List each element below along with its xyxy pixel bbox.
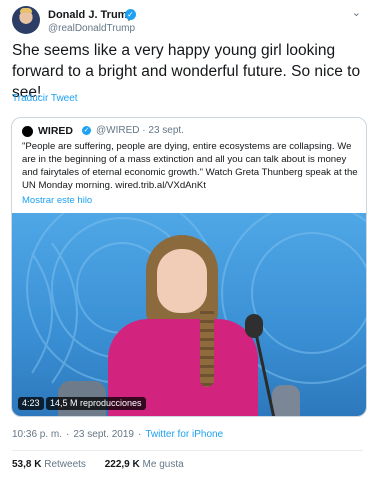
chevron-down-icon[interactable]: ⌄: [352, 6, 361, 19]
likes-label: Me gusta: [142, 459, 184, 470]
author-handle[interactable]: @realDonaldTrump: [48, 23, 135, 34]
divider: [12, 450, 363, 451]
author-name[interactable]: Donald J. Trump: [48, 9, 134, 21]
separator: ·: [66, 429, 70, 440]
tweet-meta: 10:36 p. m. · 23 sept. 2019 · Twitter for iP…: [12, 429, 223, 440]
video-views-badge: 14,5 M reproducciones: [46, 397, 146, 410]
show-thread-link[interactable]: Mostrar este hilo: [22, 195, 92, 206]
tweet-date[interactable]: 23 sept. 2019: [73, 429, 134, 440]
microphone-icon: [245, 314, 263, 338]
retweets-count: 53,8 K: [12, 459, 42, 470]
quoted-date[interactable]: 23 sept.: [148, 125, 184, 136]
likes-stat[interactable]: 222,9 K Me gusta: [105, 459, 184, 470]
likes-count: 222,9 K: [104, 459, 140, 470]
quoted-tweet[interactable]: WIRED ✓ @WIRED · 23 sept. "People are su…: [11, 117, 367, 417]
verified-badge-icon: ✓: [82, 126, 91, 135]
speaker-braid: [200, 305, 214, 387]
tweet-stats: 53,8 K Retweets 222,9 K Me gusta: [12, 459, 200, 470]
video-player[interactable]: 4:23 14,5 M reproducciones: [12, 213, 366, 416]
quoted-tweet-text: "People are suffering, people are dying,…: [22, 141, 358, 191]
separator: ·: [142, 125, 146, 136]
chair: [272, 385, 300, 416]
verified-badge-icon: ✓: [125, 9, 136, 20]
tweet-source-link[interactable]: Twitter for iPhone: [145, 429, 223, 440]
retweets-label: Retweets: [44, 459, 86, 470]
quoted-avatar[interactable]: [22, 126, 33, 137]
avatar[interactable]: [12, 6, 40, 34]
retweets-stat[interactable]: 53,8 K Retweets: [12, 459, 86, 470]
quoted-author-handle[interactable]: @WIRED: [96, 125, 139, 136]
tweet-time[interactable]: 10:36 p. m.: [12, 429, 62, 440]
speaker-face: [157, 249, 207, 313]
separator: ·: [137, 429, 142, 440]
video-duration-badge: 4:23: [18, 397, 44, 410]
quoted-author-meta: @WIRED · 23 sept.: [96, 125, 184, 136]
translate-tweet-link[interactable]: Traducir Tweet: [12, 93, 78, 104]
tweet-header: Donald J. Trump ✓ @realDonaldTrump ⌄: [12, 6, 363, 36]
quoted-author-name[interactable]: WIRED: [38, 125, 73, 137]
